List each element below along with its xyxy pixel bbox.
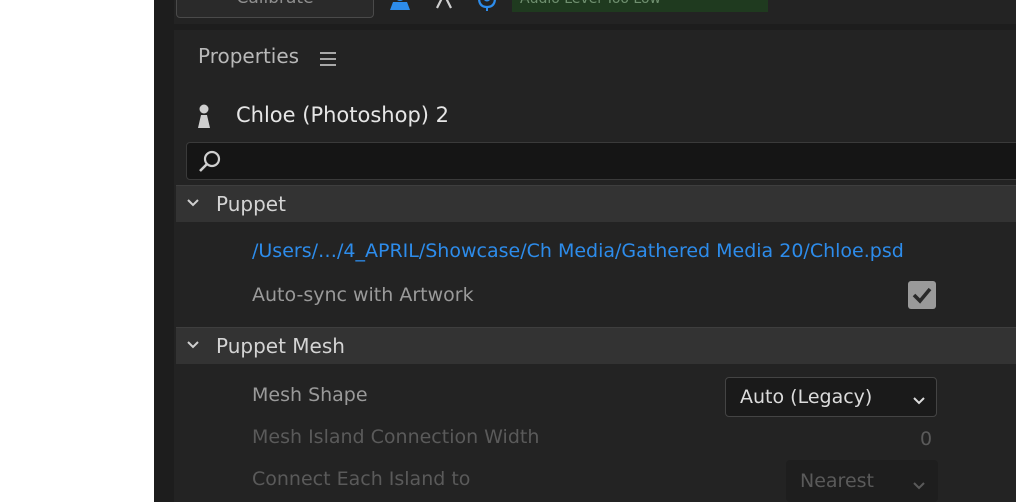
hamburger-icon[interactable] [320, 52, 336, 70]
search-input[interactable] [186, 142, 1016, 180]
auto-sync-label: Auto-sync with Artwork [252, 284, 474, 306]
mesh-shape-label: Mesh Shape [252, 384, 368, 406]
mesh-shape-dropdown[interactable]: Auto (Legacy) [725, 377, 937, 417]
panel-divider [154, 0, 174, 502]
chevron-down-icon [912, 477, 926, 496]
microphone-icon[interactable] [476, 0, 498, 14]
section-label: Puppet [216, 192, 286, 216]
chevron-down-icon [186, 195, 200, 214]
puppet-name: Chloe (Photoshop) 2 [236, 103, 450, 127]
section-puppet-mesh[interactable]: Puppet Mesh [176, 327, 1016, 364]
dropdown-value: Auto (Legacy) [740, 386, 873, 408]
chevron-down-icon [186, 337, 200, 356]
checkmark-icon [912, 287, 932, 304]
section-label: Puppet Mesh [216, 334, 345, 358]
properties-panel: Properties Chloe (Photoshop) 2 Puppet /U… [174, 30, 1016, 502]
panel-title: Properties [198, 44, 300, 68]
arms-icon[interactable] [434, 0, 454, 14]
calibrate-button[interactable]: Calibrate [176, 0, 374, 18]
connect-island-label: Connect Each Island to [252, 468, 471, 490]
auto-sync-checkbox[interactable] [908, 281, 936, 309]
left-blank-area [0, 0, 154, 502]
audio-level-meter: Audio Level Too Low [512, 0, 768, 12]
section-puppet[interactable]: Puppet [176, 185, 1016, 222]
island-width-label: Mesh Island Connection Width [252, 426, 540, 448]
person-icon[interactable] [388, 0, 412, 14]
file-path-link[interactable]: /Users/…/4_APRIL/Showcase/Ch Media/Gathe… [252, 240, 904, 262]
chevron-down-icon [912, 392, 926, 411]
island-width-value[interactable]: 0 [920, 428, 932, 450]
search-icon [197, 150, 223, 178]
connect-island-dropdown[interactable]: Nearest [786, 460, 938, 502]
puppet-icon [194, 104, 214, 134]
dropdown-value: Nearest [800, 470, 874, 492]
